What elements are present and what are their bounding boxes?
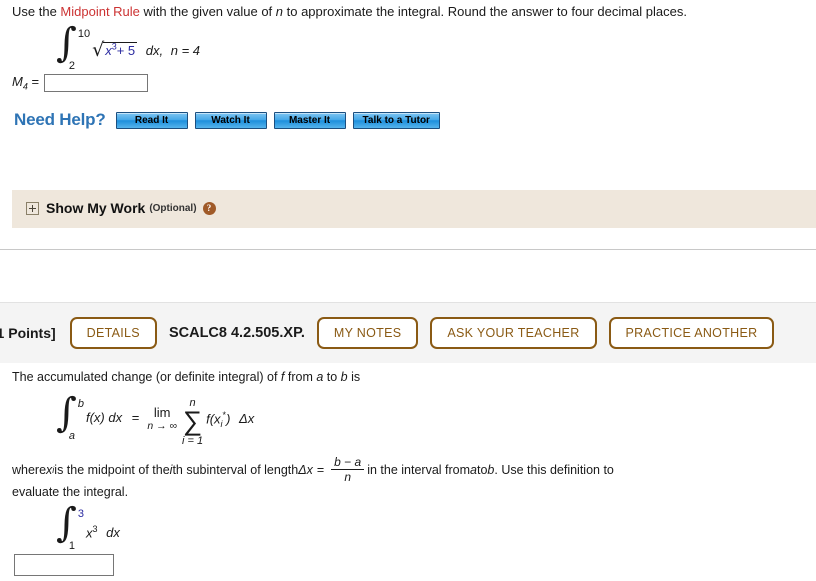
where-part-e: to [476,462,488,477]
bottom-answer-row [14,554,114,576]
watch-it-button[interactable]: Watch It [194,111,267,129]
talk-to-a-tutor-button[interactable]: Talk to a Tutor [352,111,440,129]
bottom-integrand-exponent: 3 [92,524,98,534]
summation-sign-icon: ∑ [182,406,203,437]
integral-sign-icon: ∫ [56,390,77,436]
limit-condition: n → ∞ [147,420,177,432]
question-code: SCALC8 4.2.505.XP. [168,325,305,341]
show-my-work-band: Show My Work (Optional) ? [12,190,816,228]
intro-part-a: The accumulated change (or definite inte… [12,370,281,384]
intro-part-d: is [347,370,361,384]
intro-part-b: from [284,370,317,384]
bottom-answer-input[interactable] [14,554,114,576]
delta-x: Δx [239,411,255,427]
delta-x-fraction: b − an [331,455,365,484]
sum-term: f(x [206,411,221,427]
bottom-integral-upper-limit: 3 [77,508,84,520]
details-button[interactable]: DETAILS [69,317,157,349]
points-label: -/1 Points] [0,325,56,341]
definition-lower-limit: a [68,430,75,442]
show-my-work-header[interactable]: Show My Work (Optional) ? [26,200,216,216]
where-part-c: th subinterval of length [172,462,299,477]
show-my-work-title: Show My Work [46,200,146,216]
master-it-button[interactable]: Master It [273,111,346,129]
n-assignment: n = 4 [170,43,201,59]
m4-label: M4 = [12,74,40,92]
sum-term-subscript: i [220,418,223,429]
where-part-d: in the interval from [367,462,471,477]
need-help-label: Need Help? [14,110,106,129]
fraction-numerator: b − a [334,455,362,469]
prompt-suffix-b: to approximate the integral. Round the a… [283,4,687,19]
definition-formula: ∫ b a f(x) dx = lim n → ∞ n ∑ i = 1 f(xi… [56,390,255,449]
fraction-denominator: n [344,470,352,484]
expand-plus-icon[interactable] [26,201,39,215]
question-prompt: Use the Midpoint Rule with the given val… [12,4,812,20]
evaluate-instruction: evaluate the integral. [12,485,129,499]
my-notes-button[interactable]: MY NOTES [316,317,419,349]
m4-answer-input[interactable] [44,74,149,92]
definition-equals: = [131,410,140,425]
where-clause-text: where xi is the midpoint of the i th subi… [12,455,614,484]
ask-your-teacher-button[interactable]: ASK YOUR TEACHER [430,317,597,349]
prompt-suffix-a: with the given value of [139,4,276,19]
differential: dx, [145,43,164,59]
show-my-work-optional-label: (Optional) [149,202,197,214]
integral-sign-icon: ∫ [56,20,77,66]
read-it-button[interactable]: Read It [115,111,188,129]
where-b: b [487,462,495,477]
where-equals: = [316,462,325,477]
m4-answer-row: M4 = [12,74,149,92]
bottom-integral-lower-limit: 1 [68,540,75,552]
where-part-b: is the midpoint of the [54,462,170,477]
where-part-f: . Use this definition to [494,462,614,477]
limit-label: lim [153,405,171,420]
help-question-icon[interactable]: ? [202,201,216,215]
sum-lower-bound: i = 1 [181,435,204,447]
prompt-prefix: Use the [12,4,61,19]
bottom-differential: dx [106,525,120,541]
midpoint-rule-highlight: Midpoint Rule [60,4,140,19]
where-delta-x: Δx [298,462,313,477]
definition-upper-limit: b [77,398,84,410]
radical-sign-icon: √ [92,39,105,62]
need-help-row: Need Help? Read It Watch It Master It Ta… [14,110,447,130]
top-integral-expression: ∫ 10 2 √x3+ 5 dx, n = 4 [56,20,201,72]
radicand-tail: + 5 [116,43,136,59]
radicand: x3+ 5 [103,42,138,59]
practice-another-button[interactable]: PRACTICE ANOTHER [608,317,775,349]
bottom-integral-expression: ∫ 3 1 x3 dx [56,500,120,552]
integral-upper-limit: 10 [77,28,91,40]
intro-part-c: to [323,370,341,384]
integral-lower-limit: 2 [68,60,75,72]
integral-sign-icon: ∫ [56,500,77,546]
prompt-variable-n: n [275,4,284,19]
where-part-a: where [12,462,47,477]
question-header-row: -/1 Points] DETAILS SCALC8 4.2.505.XP. M… [0,317,786,349]
definition-intro-text: The accumulated change (or definite inte… [12,370,360,384]
section-divider [0,249,816,250]
definition-integrand: f(x) dx [85,410,123,425]
sum-term-close: ) [226,411,231,427]
where-a: a [470,462,477,477]
intro-b: b [340,370,348,384]
